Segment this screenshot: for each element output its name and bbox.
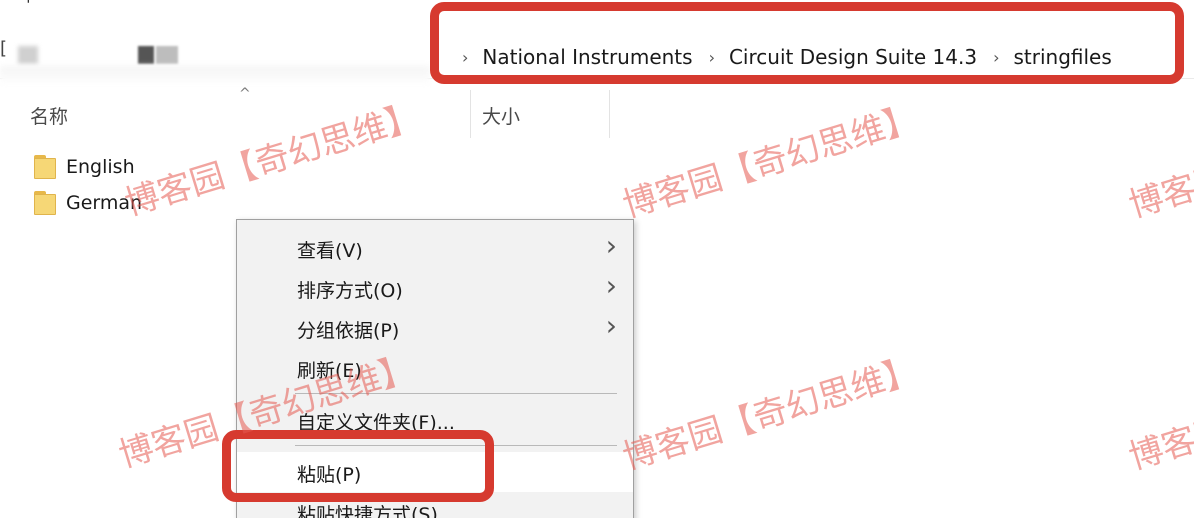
chevron-right-icon: › [605,309,617,342]
blurred-segment [156,46,178,64]
watermark: 博客园【奇幻思维】 [618,350,923,478]
menu-item-label: 粘贴快捷方式(S) [297,504,438,518]
annotation-box-paste [222,430,494,502]
sort-ascending-icon: ^ [239,86,251,102]
menu-item-label: 分组依据(P) [297,320,400,342]
blur-fade [0,66,430,86]
menu-item-refresh[interactable]: 刷新(E) [237,348,633,388]
folder-icon [34,155,56,179]
folder-icon [34,191,56,215]
cropped-ribbon-text: ⌐ [26,0,39,9]
watermark: 博客园 [1124,157,1194,226]
column-header-name[interactable]: 名称 [30,102,68,129]
address-bar-blurred-area: [ [0,38,430,86]
address-bracket-glyph: [ [0,38,8,59]
list-item-english[interactable]: English [34,152,135,182]
column-header-row: 名称 ^ 大小 [0,84,1194,140]
list-item-german[interactable]: German [34,188,142,218]
menu-item-label: 刷新(E) [297,360,362,382]
watermark: 博客园 [1124,409,1194,478]
menu-item-label: 查看(V) [297,240,363,262]
chevron-right-icon: › [605,269,617,302]
column-divider[interactable] [609,90,610,138]
blurred-segment [84,38,144,52]
menu-item-sort-by[interactable]: 排序方式(O) › [237,268,633,308]
blurred-segment [18,46,38,64]
menu-divider [295,393,617,394]
menu-item-view[interactable]: 查看(V) › [237,228,633,268]
annotation-box-breadcrumb [430,2,1184,84]
file-explorer-window: ⌐ [ › National Instruments › Circuit Des… [0,0,1194,518]
file-name: German [66,192,143,214]
column-header-size[interactable]: 大小 [482,102,520,129]
chevron-right-icon: › [605,229,617,262]
menu-item-label: 排序方式(O) [297,280,403,302]
menu-item-group-by[interactable]: 分组依据(P) › [237,308,633,348]
file-name: English [66,156,135,178]
column-divider[interactable] [470,90,471,138]
blurred-segment [138,46,154,64]
